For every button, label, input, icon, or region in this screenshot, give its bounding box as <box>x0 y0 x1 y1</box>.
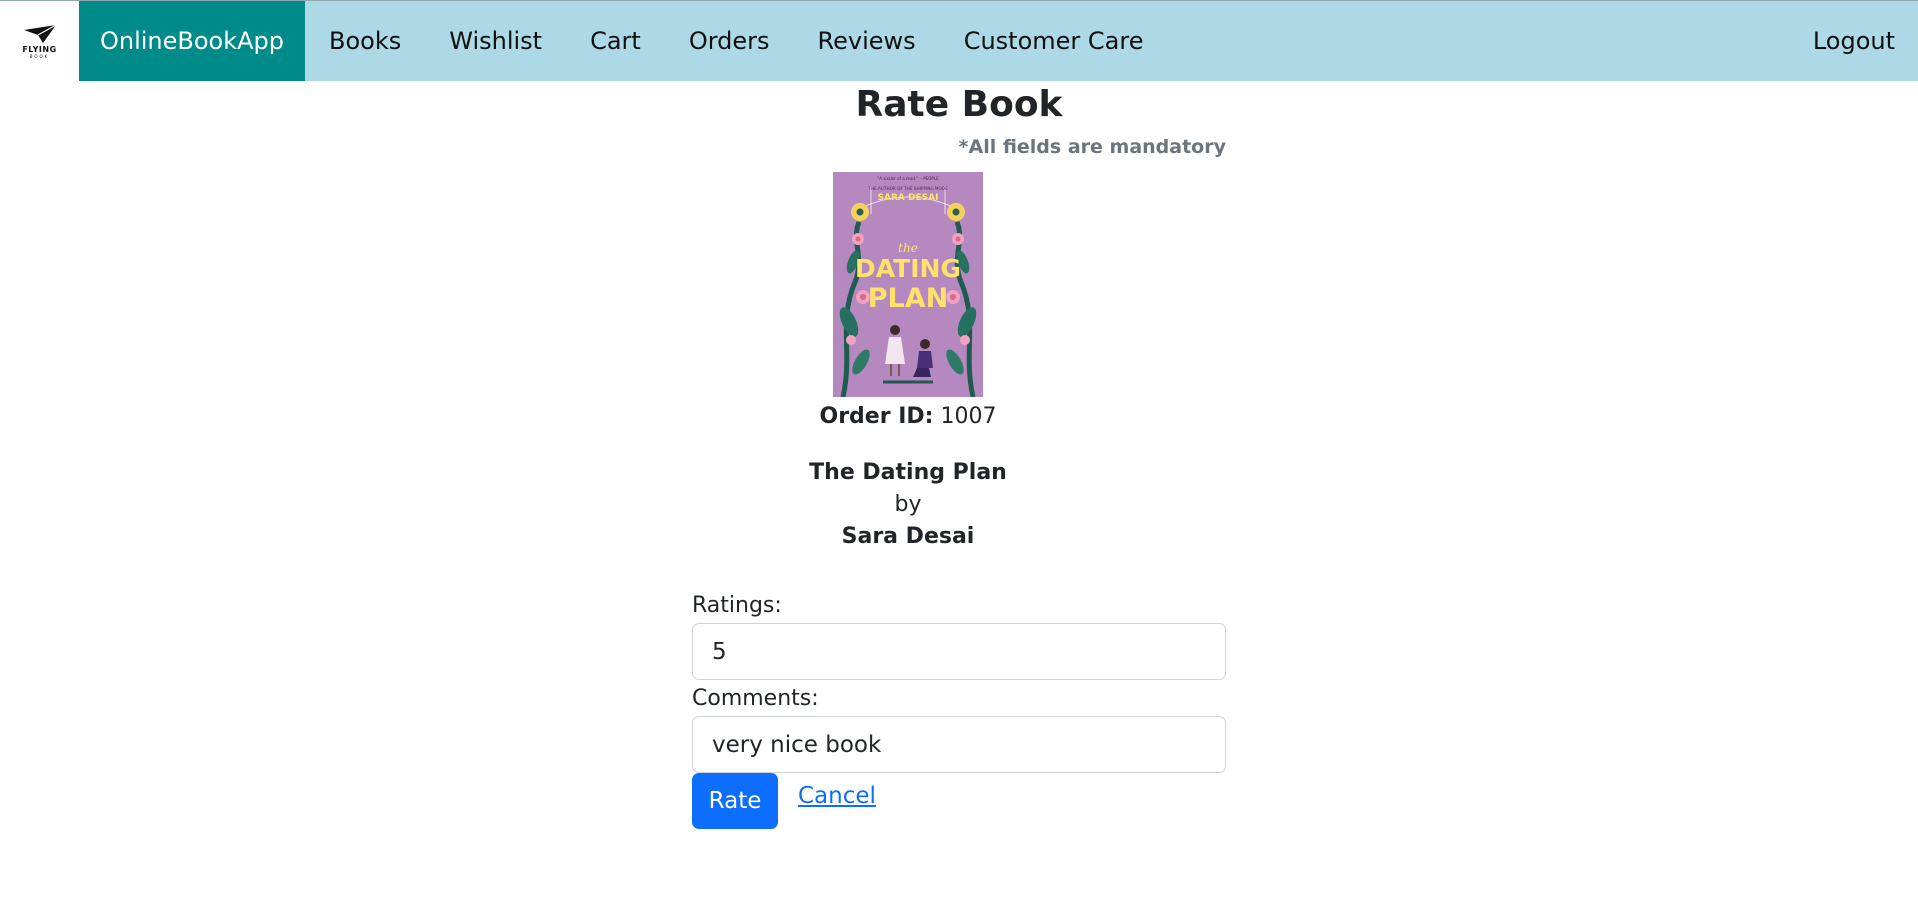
cover-title-dating: DATING <box>855 254 961 283</box>
logout-link[interactable]: Logout <box>1813 1 1895 81</box>
nav-item-cart[interactable]: Cart <box>566 27 665 55</box>
nav-item-orders[interactable]: Orders <box>665 27 794 55</box>
cancel-link[interactable]: Cancel <box>798 783 876 809</box>
comments-label: Comments: <box>692 686 819 711</box>
nav-item-reviews[interactable]: Reviews <box>794 27 940 55</box>
ratings-input-value: 5 <box>712 638 727 665</box>
comments-input-value: very nice book <box>712 731 882 758</box>
cover-title-plan: PLAN <box>868 283 949 314</box>
comments-input[interactable]: very nice book <box>692 716 1226 773</box>
cover-quote: "A sizzler of a read." —PEOPLE <box>877 176 939 181</box>
nav-item-books[interactable]: Books <box>305 27 425 55</box>
page-title: Rate Book <box>855 84 1063 125</box>
cover-title-the: the <box>898 241 918 255</box>
mandatory-note: *All fields are mandatory <box>958 136 1226 158</box>
ratings-input[interactable]: 5 <box>692 623 1226 680</box>
app-logo[interactable]: FLYING BOOK <box>0 1 79 81</box>
top-navbar: FLYING BOOK OnlineBookApp Books Wishlist… <box>0 0 1918 81</box>
rate-button[interactable]: Rate <box>692 773 778 829</box>
book-author: Sara Desai <box>841 524 975 549</box>
book-title: The Dating Plan <box>809 460 1007 485</box>
cover-tagline: THE AUTHOR OF THE SHIPPING MODE <box>867 186 948 191</box>
paper-plane-icon <box>23 23 56 43</box>
ratings-label: Ratings: <box>692 593 782 618</box>
logo-subtext: BOOK <box>29 53 50 59</box>
brand-link[interactable]: OnlineBookApp <box>79 1 305 81</box>
order-id-label: Order ID: <box>819 404 934 429</box>
nav-item-customer-care[interactable]: Customer Care <box>940 27 1168 55</box>
cover-author: SARA DESAI <box>878 193 939 203</box>
order-id-value: 1007 <box>940 404 997 429</box>
logo-text: FLYING <box>22 44 57 54</box>
nav-item-wishlist[interactable]: Wishlist <box>425 27 566 55</box>
book-cover-image: "A sizzler of a read." —PEOPLE THE AUTHO… <box>833 172 983 397</box>
by-text: by <box>894 492 922 517</box>
nav-menu: Books Wishlist Cart Orders Reviews Custo… <box>305 1 1167 81</box>
order-id-line: Order ID: 1007 <box>700 402 1116 432</box>
